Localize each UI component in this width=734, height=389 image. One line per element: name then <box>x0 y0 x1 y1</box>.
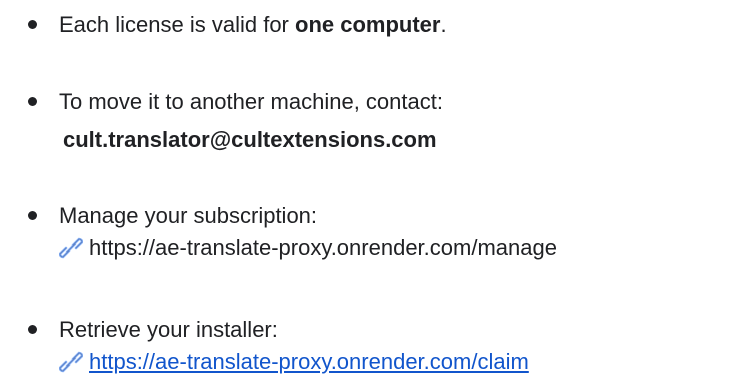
claim-installer-link[interactable]: https://ae-translate-proxy.onrender.com/… <box>89 349 529 374</box>
bullet-icon <box>28 325 37 334</box>
bullet-icon <box>28 211 37 220</box>
manage-url-line: https://ae-translate-proxy.onrender.com/… <box>59 235 557 261</box>
license-validity-text: Each license is valid for one computer. <box>59 12 447 38</box>
manage-subscription-url: https://ae-translate-proxy.onrender.com/… <box>89 235 557 260</box>
license-info-list: Each license is valid for one computer. … <box>0 0 734 389</box>
contact-text: To move it to another machine, contact: <box>59 89 443 114</box>
license-text-end: . <box>440 12 447 37</box>
license-text-start: Each license is valid for <box>59 12 295 37</box>
link-icon <box>59 237 83 259</box>
bullet-icon <box>28 20 37 29</box>
bullet-icon <box>28 97 37 106</box>
manage-subscription-text: Manage your subscription: <box>59 203 318 228</box>
license-text-bold: one computer <box>295 12 441 37</box>
contact-email-bold: cult.translator@cultextensions.com <box>63 127 437 152</box>
contact-email: cult.translator@cultextensions.com <box>63 127 437 153</box>
retrieve-installer-text: Retrieve your installer: <box>59 317 278 342</box>
claim-url-line[interactable]: https://ae-translate-proxy.onrender.com/… <box>59 349 529 375</box>
link-icon <box>59 351 83 373</box>
